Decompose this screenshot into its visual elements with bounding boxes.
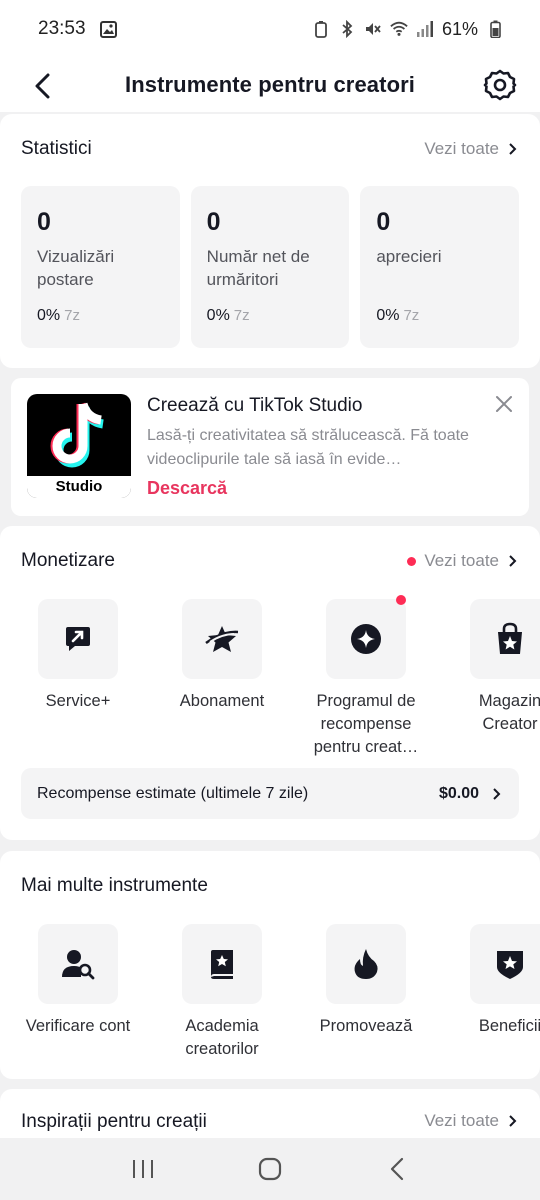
estimated-rewards-row[interactable]: Recompense estimate (ultimele 7 zile) $0… bbox=[21, 768, 519, 819]
rewards-label: Recompense estimate (ultimele 7 zile) bbox=[37, 784, 309, 802]
stat-label: Număr net de urmăritori bbox=[206, 247, 310, 289]
promo-title: Creează cu TikTok Studio bbox=[147, 395, 363, 416]
monetization-section: Monetizare Vezi toate Service+ Abonament… bbox=[0, 526, 540, 840]
statistics-see-all[interactable]: Vezi toate bbox=[424, 139, 519, 159]
recent-apps-icon bbox=[133, 1160, 154, 1178]
tool-label: Magazin Creator bbox=[478, 692, 540, 733]
stat-change: 0% 7z bbox=[37, 307, 80, 324]
download-link[interactable]: Descarcă bbox=[147, 478, 227, 499]
system-navigation-bar bbox=[0, 1138, 540, 1200]
user-search-icon bbox=[38, 924, 118, 1004]
wifi-icon bbox=[390, 20, 408, 38]
stat-value: 0 bbox=[206, 208, 221, 236]
home-button[interactable] bbox=[240, 1149, 300, 1189]
tool-label: Service+ bbox=[45, 692, 111, 710]
chevron-left-icon bbox=[35, 73, 50, 99]
mute-icon bbox=[364, 20, 382, 38]
chevron-right-icon bbox=[509, 143, 517, 155]
inspiration-section: Inspirații pentru creații Vezi toate bbox=[0, 1089, 540, 1138]
inspiration-see-all[interactable]: Vezi toate bbox=[424, 1111, 519, 1131]
tool-label: Verificare cont bbox=[25, 1017, 131, 1035]
tool-label: Academia creatorilor bbox=[185, 1017, 259, 1058]
rewards-amount: $0.00 bbox=[438, 784, 479, 802]
back-arrow-icon bbox=[390, 1157, 403, 1181]
chevron-right-icon bbox=[509, 1115, 517, 1127]
stat-label: Vizualizări postare bbox=[37, 247, 115, 289]
tool-label: Promovează bbox=[319, 1017, 413, 1035]
service-plus-icon bbox=[38, 599, 118, 679]
tool-label: Beneficii bbox=[478, 1017, 540, 1035]
shopping-bag-icon bbox=[470, 599, 540, 679]
gallery-icon bbox=[100, 20, 118, 38]
stat-label: aprecieri bbox=[376, 247, 442, 266]
tool-service-plus[interactable]: Service+ bbox=[18, 599, 138, 713]
tool-creator-shop[interactable]: Magazin Creator bbox=[450, 599, 540, 736]
promo-description: Lasă-ți creativitatea să strălucească. F… bbox=[147, 427, 469, 468]
chevron-right-icon bbox=[509, 555, 517, 567]
battery-percent: 61% bbox=[441, 18, 478, 39]
tool-subscription[interactable]: Abonament bbox=[162, 599, 282, 713]
tiktok-studio-logo: Studio bbox=[27, 394, 131, 498]
monetization-title: Monetizare bbox=[21, 550, 115, 571]
stat-change: 0% 7z bbox=[376, 307, 420, 324]
notification-dot bbox=[396, 595, 406, 605]
subscription-star-icon bbox=[182, 599, 262, 679]
book-star-icon bbox=[182, 924, 262, 1004]
bluetooth-icon bbox=[338, 20, 356, 38]
tool-label: Programul de recompense pentru creat… bbox=[313, 692, 419, 756]
tool-label: Abonament bbox=[179, 692, 265, 710]
notification-dot bbox=[407, 556, 417, 566]
see-all-label: Vezi toate bbox=[424, 1111, 499, 1130]
statistics-title: Statistici bbox=[21, 138, 92, 159]
more-tools-title: Mai multe instrumente bbox=[21, 875, 208, 896]
status-bar: 23:53 61% bbox=[0, 0, 540, 58]
see-all-label: Vezi toate bbox=[424, 551, 499, 570]
signal-icon bbox=[416, 20, 434, 38]
close-button[interactable] bbox=[493, 393, 515, 415]
chevron-right-icon bbox=[493, 787, 501, 800]
close-icon bbox=[496, 396, 512, 412]
page-title: Instrumente pentru creatori bbox=[125, 72, 415, 97]
stat-card-views[interactable]: 0 Vizualizări postare 0% 7z bbox=[21, 186, 180, 348]
back-button[interactable] bbox=[24, 66, 60, 106]
recent-apps-button[interactable] bbox=[113, 1149, 173, 1189]
tool-benefits[interactable]: Beneficii bbox=[450, 924, 540, 1038]
tool-account-check[interactable]: Verificare cont bbox=[18, 924, 138, 1038]
see-all-label: Vezi toate bbox=[424, 139, 499, 158]
more-tools-section: Mai multe instrumente Verificare cont Ac… bbox=[0, 851, 540, 1079]
monetization-see-all[interactable]: Vezi toate bbox=[407, 551, 519, 571]
studio-label: Studio bbox=[27, 476, 131, 498]
home-icon bbox=[258, 1157, 282, 1181]
gear-icon bbox=[483, 69, 517, 101]
rewards-sparkle-icon bbox=[326, 595, 406, 679]
settings-button[interactable] bbox=[480, 64, 520, 106]
inspiration-title: Inspirații pentru creații bbox=[21, 1111, 207, 1132]
badge-star-icon bbox=[470, 924, 540, 1004]
tool-promote[interactable]: Promovează bbox=[306, 924, 426, 1038]
status-time: 23:53 bbox=[38, 18, 86, 39]
tool-rewards-program[interactable]: Programul de recompense pentru creat… bbox=[306, 595, 426, 759]
stat-card-likes[interactable]: 0 aprecieri 0% 7z bbox=[360, 186, 520, 348]
system-back-button[interactable] bbox=[367, 1149, 427, 1189]
tiktok-studio-promo[interactable]: Studio Creează cu TikTok Studio Lasă-ți … bbox=[11, 378, 529, 516]
tool-creator-academy[interactable]: Academia creatorilor bbox=[162, 924, 282, 1061]
statistics-section: Statistici Vezi toate 0 Vizualizări post… bbox=[0, 114, 540, 368]
flame-icon bbox=[326, 924, 406, 1004]
app-header: Instrumente pentru creatori bbox=[0, 58, 540, 112]
stat-change: 0% 7z bbox=[206, 307, 250, 324]
stat-value: 0 bbox=[37, 208, 51, 236]
stat-value: 0 bbox=[376, 208, 391, 236]
battery-saver-icon bbox=[312, 20, 330, 38]
battery-icon bbox=[486, 20, 504, 38]
stat-card-followers[interactable]: 0 Număr net de urmăritori 0% 7z bbox=[190, 186, 350, 348]
